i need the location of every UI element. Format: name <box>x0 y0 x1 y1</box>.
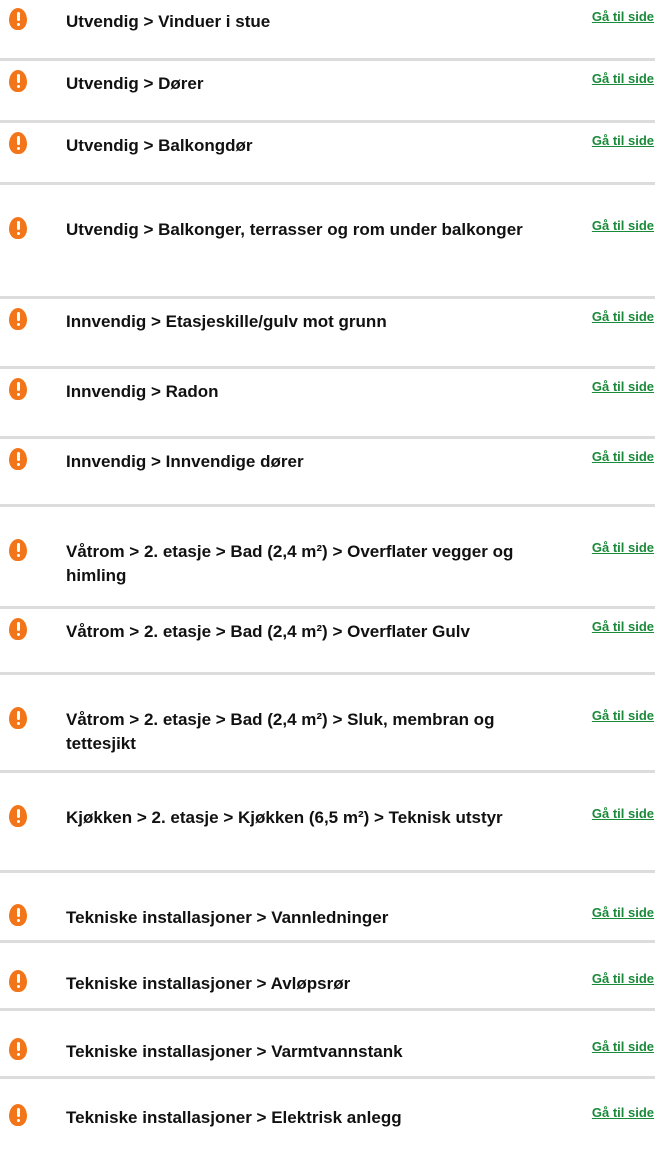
list-item: Kjøkken > 2. etasje > Kjøkken (6,5 m²) >… <box>0 774 655 864</box>
goto-page-link[interactable]: Gå til side <box>592 1105 654 1121</box>
goto-page-link[interactable]: Gå til side <box>592 540 654 556</box>
exclamation-icon <box>9 904 27 926</box>
exclamation-icon <box>9 707 27 729</box>
exclamation-icon <box>9 805 27 827</box>
exclamation-icon <box>9 378 27 400</box>
item-label: Våtrom > 2. etasje > Bad (2,4 m²) > Over… <box>66 622 470 641</box>
row-divider <box>0 940 655 943</box>
goto-page-link[interactable]: Gå til side <box>592 218 654 234</box>
item-label: Tekniske installasjoner > Avløpsrør <box>66 974 351 993</box>
exclamation-icon <box>9 308 27 330</box>
goto-page-link[interactable]: Gå til side <box>592 708 654 724</box>
exclamation-icon <box>9 448 27 470</box>
row-divider <box>0 870 655 873</box>
item-label: Utvendig > Balkonger, terrasser og rom u… <box>66 220 523 239</box>
item-label: Tekniske installasjoner > Varmtvannstank <box>66 1042 403 1061</box>
list-item: Våtrom > 2. etasje > Bad (2,4 m²) > Sluk… <box>0 676 655 766</box>
item-label: Våtrom > 2. etasje > Bad (2,4 m²) > Over… <box>66 542 514 585</box>
exclamation-icon <box>9 539 27 561</box>
item-label: Tekniske installasjoner > Elektrisk anle… <box>66 1108 402 1127</box>
item-label: Utvendig > Vinduer i stue <box>66 12 271 31</box>
row-divider <box>0 436 655 439</box>
item-label: Kjøkken > 2. etasje > Kjøkken (6,5 m²) >… <box>66 808 503 827</box>
goto-page-link[interactable]: Gå til side <box>592 619 654 635</box>
row-divider <box>0 672 655 675</box>
row-divider <box>0 296 655 299</box>
exclamation-icon <box>9 1104 27 1126</box>
goto-page-link[interactable]: Gå til side <box>592 9 654 25</box>
list-item: Utvendig > Balkonger, terrasser og rom u… <box>0 186 655 276</box>
row-divider <box>0 1008 655 1011</box>
goto-page-link[interactable]: Gå til side <box>592 133 654 149</box>
list-item: Utvendig > Vinduer i stue Gå til side <box>0 0 655 56</box>
exclamation-icon <box>9 1038 27 1060</box>
goto-page-link[interactable]: Gå til side <box>592 71 654 87</box>
goto-page-link[interactable]: Gå til side <box>592 379 654 395</box>
item-label: Utvendig > Dører <box>66 74 204 93</box>
goto-page-link[interactable]: Gå til side <box>592 806 654 822</box>
goto-page-link[interactable]: Gå til side <box>592 449 654 465</box>
list-item: Tekniske installasjoner > Elektrisk anle… <box>0 1096 655 1152</box>
item-label: Utvendig > Balkongdør <box>66 136 253 155</box>
exclamation-icon <box>9 970 27 992</box>
list-item: Tekniske installasjoner > Vannledninger G… <box>0 896 655 952</box>
row-divider <box>0 606 655 609</box>
row-divider <box>0 58 655 61</box>
goto-page-link[interactable]: Gå til side <box>592 309 654 325</box>
exclamation-icon <box>9 132 27 154</box>
list-item: Innvendig > Radon Gå til side <box>0 370 655 426</box>
item-label: Tekniske installasjoner > Vannledninger <box>66 908 389 927</box>
exclamation-icon <box>9 618 27 640</box>
exclamation-icon <box>9 217 27 239</box>
exclamation-icon <box>9 70 27 92</box>
row-divider <box>0 182 655 185</box>
item-label: Våtrom > 2. etasje > Bad (2,4 m²) > Sluk… <box>66 710 495 753</box>
list-item: Utvendig > Balkongdør Gå til side <box>0 124 655 180</box>
list-item: Utvendig > Dører Gå til side <box>0 62 655 118</box>
list-item: Våtrom > 2. etasje > Bad (2,4 m²) > Over… <box>0 508 655 598</box>
row-divider <box>0 1076 655 1079</box>
item-label: Innvendig > Etasjeskille/gulv mot grunn <box>66 312 387 331</box>
item-label: Innvendig > Innvendige dører <box>66 452 304 471</box>
list-item: Innvendig > Innvendige dører Gå til side <box>0 440 655 496</box>
list-item: Våtrom > 2. etasje > Bad (2,4 m²) > Over… <box>0 610 655 666</box>
exclamation-icon <box>9 8 27 30</box>
goto-page-link[interactable]: Gå til side <box>592 971 654 987</box>
goto-page-link[interactable]: Gå til side <box>592 1039 654 1055</box>
goto-page-link[interactable]: Gå til side <box>592 905 654 921</box>
item-label: Innvendig > Radon <box>66 382 219 401</box>
row-divider <box>0 504 655 507</box>
row-divider <box>0 770 655 773</box>
row-divider <box>0 120 655 123</box>
list-item: Innvendig > Etasjeskille/gulv mot grunn G… <box>0 300 655 356</box>
row-divider <box>0 366 655 369</box>
